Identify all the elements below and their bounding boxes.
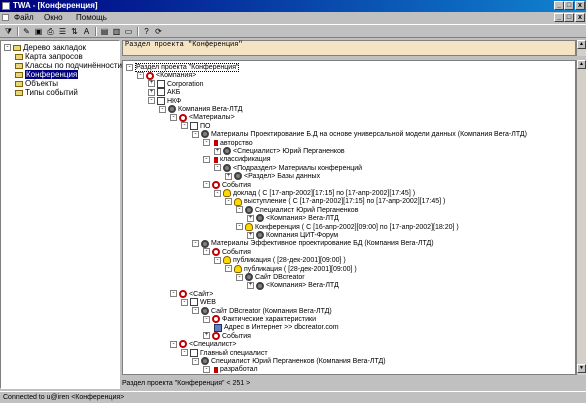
document-icon[interactable] bbox=[2, 14, 9, 21]
tree-item[interactable]: Объекты bbox=[15, 79, 58, 88]
folder-open-icon bbox=[13, 44, 21, 51]
tree-status: Раздел проекта "Конференция" < 251 > bbox=[122, 380, 251, 387]
bookmarks-tree[interactable]: - Дерево закладок Карта запросов Классы п… bbox=[0, 40, 122, 389]
title-bar: TWA - [Конференция] _ □ x bbox=[0, 0, 586, 12]
tree-node-label: разработал bbox=[220, 366, 258, 374]
tree-item[interactable]: Классы по подчинённости bbox=[15, 61, 122, 70]
collapse-icon[interactable]: - bbox=[192, 357, 199, 365]
collapse-icon[interactable]: - bbox=[236, 223, 243, 231]
menu-file[interactable]: Файл bbox=[14, 13, 34, 22]
collapse-icon[interactable]: - bbox=[148, 97, 155, 105]
tree-item[interactable]: Типы событий bbox=[15, 88, 78, 97]
relation-icon bbox=[214, 366, 218, 373]
status-bar: Connected to u@iren <Конференция> bbox=[0, 391, 586, 403]
collapse-icon[interactable]: - bbox=[170, 114, 177, 122]
menu-window[interactable]: Окно bbox=[44, 13, 63, 22]
expand-icon[interactable]: + bbox=[247, 282, 254, 290]
collapse-icon[interactable]: - bbox=[214, 189, 221, 197]
print-icon[interactable]: ⎙ bbox=[45, 27, 56, 36]
scroll-up-icon[interactable]: ▲ bbox=[577, 40, 586, 49]
folder-icon bbox=[15, 89, 23, 96]
collapse-icon[interactable]: - bbox=[214, 256, 221, 264]
folder-icon bbox=[15, 71, 23, 78]
relation-icon bbox=[214, 139, 218, 146]
minimize-button[interactable]: _ bbox=[554, 1, 564, 10]
collapse-icon[interactable]: - bbox=[214, 164, 221, 172]
gear-icon bbox=[256, 281, 264, 290]
collapse-icon[interactable]: - bbox=[4, 44, 11, 52]
child-close-button[interactable]: x bbox=[575, 13, 585, 22]
content-pane: Раздел проекта "Конференция" ▲ - Раздел п… bbox=[122, 40, 586, 389]
folder-icon bbox=[15, 62, 23, 69]
sort-icon[interactable]: ⇅ bbox=[69, 27, 80, 36]
collapse-icon[interactable]: - bbox=[203, 139, 210, 147]
tree-node-label: <Раздел> Базы данных bbox=[244, 173, 321, 181]
child-restore-button[interactable]: □ bbox=[564, 13, 574, 22]
collapse-icon[interactable]: - bbox=[181, 349, 188, 357]
collapse-icon[interactable]: - bbox=[192, 130, 199, 138]
collapse-icon[interactable]: - bbox=[203, 248, 210, 256]
split-horizontal-icon[interactable]: ▤ bbox=[99, 27, 110, 36]
collapse-icon[interactable]: - bbox=[159, 105, 166, 113]
toolbar-separator bbox=[137, 27, 139, 36]
edit-icon[interactable]: ✎ bbox=[21, 27, 32, 36]
text-icon[interactable]: A bbox=[81, 27, 92, 36]
tree-item[interactable]: Карта запросов bbox=[15, 52, 83, 61]
header-scrollbar[interactable]: ▲ bbox=[576, 40, 586, 56]
folder-icon bbox=[15, 80, 23, 87]
collapse-icon[interactable]: - bbox=[126, 63, 133, 71]
project-tree[interactable]: - Раздел проекта "Конференция" - <Компания>… bbox=[122, 60, 576, 375]
collapse-icon[interactable]: - bbox=[170, 290, 177, 298]
tree-root[interactable]: - Дерево закладок bbox=[4, 43, 86, 52]
collapse-icon[interactable]: - bbox=[181, 122, 188, 130]
filter-icon[interactable]: ⧩ bbox=[3, 27, 14, 36]
collapse-icon[interactable]: - bbox=[181, 298, 188, 306]
section-header: Раздел проекта "Конференция" bbox=[122, 40, 576, 56]
collapse-icon[interactable]: - bbox=[225, 265, 232, 273]
toolbar: ⧩ ✎ ▣ ⎙ ☰ ⇅ A ▤ ▥ ▭ ? ⟳ bbox=[0, 24, 586, 38]
maximize-button[interactable]: □ bbox=[564, 1, 574, 10]
refresh-icon[interactable]: ⟳ bbox=[153, 27, 164, 36]
window-title: TWA - [Конференция] bbox=[13, 1, 98, 10]
menu-help[interactable]: Помощь bbox=[76, 13, 107, 22]
tree-node-label: <Компания> Вега-ЛТД bbox=[266, 282, 339, 290]
app-icon bbox=[2, 2, 10, 10]
scroll-down-icon[interactable]: ▼ bbox=[577, 364, 586, 373]
help-icon[interactable]: ? bbox=[141, 27, 152, 36]
collapse-icon[interactable]: - bbox=[203, 366, 210, 374]
collapse-icon[interactable]: - bbox=[236, 273, 243, 281]
split-vertical-icon[interactable]: ▥ bbox=[111, 27, 122, 36]
collapse-icon[interactable]: - bbox=[236, 206, 243, 214]
collapse-icon[interactable]: - bbox=[192, 307, 199, 315]
tree-item-selected[interactable]: Конференция bbox=[15, 70, 79, 79]
toolbar-separator bbox=[17, 27, 19, 36]
collapse-icon[interactable]: - bbox=[203, 156, 210, 164]
tree-node[interactable]: - разработал bbox=[203, 364, 258, 374]
properties-icon[interactable]: ☰ bbox=[57, 27, 68, 36]
tree-node[interactable]: + <Компания> Вега-ЛТД bbox=[247, 280, 339, 291]
collapse-icon[interactable]: - bbox=[137, 72, 144, 80]
collapse-icon[interactable]: - bbox=[170, 340, 177, 348]
scroll-up-icon[interactable]: ▲ bbox=[577, 60, 586, 69]
collapse-icon[interactable]: - bbox=[225, 198, 232, 206]
save-icon[interactable]: ▣ bbox=[33, 27, 44, 36]
collapse-icon[interactable]: - bbox=[203, 181, 210, 189]
folder-icon bbox=[15, 53, 23, 60]
close-button[interactable]: x bbox=[575, 1, 585, 10]
collapse-icon[interactable]: - bbox=[203, 315, 210, 323]
connection-status: Connected to u@iren <Конференция> bbox=[3, 394, 125, 401]
tree-scrollbar[interactable]: ▲ ▼ bbox=[576, 60, 586, 375]
window-icon[interactable]: ▭ bbox=[123, 27, 134, 36]
toolbar-separator bbox=[95, 27, 97, 36]
tree-node-label: Материалы Проектирование Б.Д на основе у… bbox=[211, 131, 527, 139]
relation-icon bbox=[214, 156, 218, 163]
child-minimize-button[interactable]: _ bbox=[554, 13, 564, 22]
collapse-icon[interactable]: - bbox=[192, 240, 199, 248]
menu-bar: Файл Окно Помощь _ □ x bbox=[0, 12, 586, 23]
